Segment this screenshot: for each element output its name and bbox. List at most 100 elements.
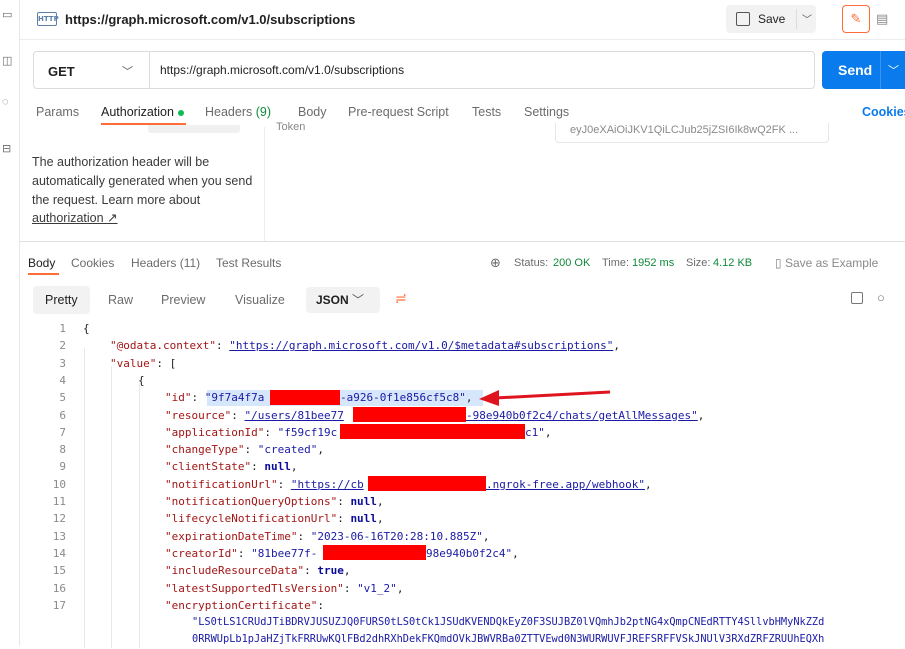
indent-guide	[139, 383, 140, 648]
json-link-start[interactable]: "https://cb	[291, 478, 364, 491]
size-value[interactable]: 4.12 KB	[713, 257, 752, 269]
response-body-code[interactable]: 1 2 3 4 5 6 7 8 9 10 11 12 13 14 15 16 1…	[20, 320, 905, 648]
chevron-down-icon[interactable]: ﹀	[888, 62, 899, 78]
collections-icon[interactable]: ▭	[2, 8, 16, 22]
json-line: 98e940b0f2c4",	[426, 546, 519, 560]
request-title[interactable]: https://graph.microsoft.com/v1.0/subscri…	[65, 12, 355, 27]
time-value[interactable]: 1952 ms	[632, 257, 674, 269]
network-icon[interactable]: ⊕	[490, 255, 501, 271]
json-line: -a926-0f1e856cf5c8",	[340, 391, 473, 405]
json-key: "applicationId"	[165, 425, 265, 439]
line-number: 7	[59, 425, 66, 439]
line-number: 6	[59, 408, 66, 422]
json-line: "includeResourceData": true,	[165, 564, 351, 578]
view-preview[interactable]: Preview	[149, 286, 217, 314]
view-visualize[interactable]: Visualize	[223, 286, 297, 314]
tab-response-cookies[interactable]: Cookies	[71, 256, 114, 270]
method-select[interactable]: GET	[48, 64, 75, 79]
status-label: Status:	[514, 257, 549, 269]
tab-tests[interactable]: Tests	[472, 105, 501, 119]
json-link-end[interactable]: -98e940b0f2c4/chats/getAllMessages"	[466, 409, 698, 422]
history-icon[interactable]: ◫	[2, 54, 16, 68]
json-value-end: -a926-0f1e856cf5c8"	[340, 391, 466, 405]
search-icon[interactable]: ○	[877, 290, 885, 305]
save-separator	[796, 9, 797, 29]
tab-headers[interactable]: Headers (9)	[205, 105, 271, 119]
json-line: .ngrok-free.app/webhook",	[486, 477, 652, 491]
json-value-start: "f59cf19c	[277, 425, 338, 439]
url-input[interactable]: https://graph.microsoft.com/v1.0/subscri…	[160, 63, 404, 77]
json-link-start[interactable]: "/users/81bee77	[244, 409, 343, 422]
json-value-start: "81bee77f-	[251, 546, 318, 560]
headers-count: (9)	[255, 105, 272, 119]
json-key: "changeType"	[165, 443, 245, 457]
json-key: "creatorId"	[165, 546, 238, 560]
tab-response-body[interactable]: Body	[28, 256, 55, 270]
redaction-box	[270, 390, 340, 405]
active-response-tab-underline	[28, 273, 59, 275]
json-key: "notificationUrl"	[165, 477, 278, 491]
json-key: "includeResourceData"	[165, 564, 305, 578]
view-pretty[interactable]: Pretty	[33, 286, 90, 314]
send-label: Send	[838, 62, 873, 78]
tab-body[interactable]: Body	[298, 105, 327, 119]
chevron-down-icon[interactable]: ﹀	[802, 11, 812, 26]
comment-icon[interactable]: ▤	[876, 11, 888, 27]
view-raw[interactable]: Raw	[96, 286, 145, 314]
indent-guide	[111, 366, 112, 648]
tab-pre-request-script[interactable]: Pre-request Script	[348, 105, 449, 119]
chevron-down-icon[interactable]: ﹀	[122, 63, 133, 79]
apis-icon[interactable]: ⊟	[2, 142, 16, 156]
tab-test-results[interactable]: Test Results	[216, 256, 281, 270]
json-line: "@odata.context": "https://graph.microso…	[110, 339, 620, 353]
json-value-end: 98e940b0f2c4"	[426, 546, 513, 560]
line-number: 14	[52, 546, 66, 560]
json-key: "resource"	[165, 408, 232, 422]
save-as-example-button[interactable]: ▯ Save as Example	[775, 256, 878, 270]
token-label: Token	[276, 121, 306, 133]
json-line: "applicationId": "f59cf19c	[165, 425, 338, 439]
line-number: 11	[52, 495, 66, 508]
cookies-link[interactable]: Cookies	[862, 105, 905, 119]
line-number: 1	[59, 322, 66, 335]
edit-icon[interactable]: ✎	[842, 5, 870, 33]
send-button[interactable]: Send ﹀	[822, 51, 905, 89]
format-select[interactable]: JSON ﹀	[306, 287, 380, 313]
tab-authorization[interactable]: Authorization	[101, 105, 184, 119]
copy-icon[interactable]	[851, 292, 863, 304]
save-icon	[736, 12, 750, 26]
line-number: 8	[59, 443, 66, 457]
json-line: "encryptionCertificate":	[165, 598, 324, 612]
line-number: 9	[59, 460, 66, 474]
save-as-example-label: Save as Example	[784, 256, 879, 270]
auth-description: The authorization header will be automat…	[32, 155, 253, 207]
json-key: "id"	[165, 391, 192, 405]
json-link[interactable]: "https://graph.microsoft.com/v1.0/$metad…	[229, 339, 613, 352]
json-open-brace: {	[83, 322, 90, 335]
json-key: "value"	[110, 356, 157, 370]
tab-authorization-label: Authorization	[101, 105, 174, 119]
tab-settings[interactable]: Settings	[524, 105, 569, 119]
active-dot-icon	[177, 109, 184, 116]
tab-response-headers[interactable]: Headers (11)	[131, 256, 200, 270]
save-button[interactable]: Save ﹀	[726, 5, 816, 33]
json-line: "changeType": "created",	[165, 443, 324, 457]
json-line: "notificationUrl": "https://cb	[165, 477, 364, 491]
json-line: "resource": "/users/81bee77	[165, 408, 344, 422]
json-key: "@odata.context"	[110, 339, 216, 353]
json-cert-line: 0RRWUpLb1pJaHZjTkFRRUwKQlFBd2dhRXhDekFKQ…	[192, 633, 825, 646]
wrap-lines-icon[interactable]: ≓	[395, 290, 413, 308]
size-value-wrap: 4.12 KB	[713, 257, 752, 269]
json-null: null	[350, 495, 377, 508]
line-number: 13	[52, 529, 66, 543]
left-sidebar: ▭ ◫ ◌ ⊟	[0, 0, 20, 646]
indent-guide	[84, 348, 85, 648]
json-line: "latestSupportedTlsVersion": "v1_2",	[165, 581, 404, 595]
json-link-end[interactable]: .ngrok-free.app/webhook"	[486, 478, 645, 491]
environments-icon[interactable]: ◌	[2, 96, 16, 110]
tab-params[interactable]: Params	[36, 105, 79, 119]
status-value[interactable]: 200 OK	[553, 257, 590, 269]
panel-divider[interactable]	[20, 241, 905, 242]
authorization-link[interactable]: authorization ↗	[32, 210, 118, 225]
auth-type-select[interactable]	[148, 125, 240, 133]
